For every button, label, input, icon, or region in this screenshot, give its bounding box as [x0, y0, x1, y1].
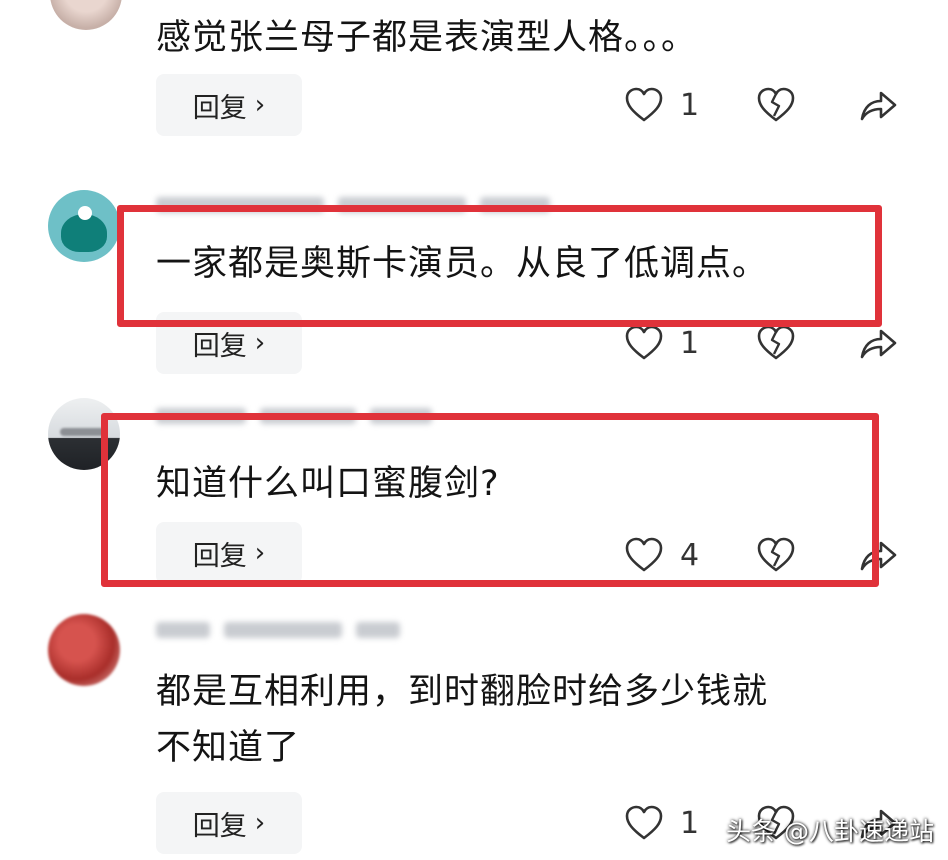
comment-text: 一家都是奥斯卡演员。从良了低调点。 [156, 244, 769, 284]
reply-button[interactable]: 回复 › [156, 312, 302, 374]
comment-meta-blurred [156, 622, 400, 638]
reply-label: 回复 [192, 330, 247, 362]
avatar[interactable] [50, 0, 122, 30]
chevron-right-icon: › [254, 90, 266, 120]
like-button[interactable]: 1 [624, 86, 699, 124]
comment-text: 知道什么叫口蜜腹剑? [156, 464, 500, 504]
comment-text-line-1: 都是互相利用，到时翻脸时给多少钱就 [156, 672, 769, 712]
chevron-right-icon: › [254, 328, 266, 358]
broken-heart-icon [756, 536, 796, 574]
reply-label: 回复 [192, 92, 247, 124]
reply-label: 回复 [192, 540, 247, 572]
share-button[interactable] [858, 536, 898, 574]
heart-icon [624, 804, 664, 842]
like-count: 1 [680, 805, 700, 841]
share-icon [858, 86, 898, 124]
comment-meta-blurred [156, 408, 432, 424]
avatar[interactable] [48, 398, 120, 470]
share-button[interactable] [858, 324, 898, 362]
share-button[interactable] [858, 86, 898, 124]
reply-label: 回复 [192, 810, 247, 842]
like-count: 1 [680, 87, 700, 123]
like-button[interactable]: 1 [624, 804, 699, 842]
dislike-button[interactable] [756, 536, 796, 574]
comment-text-line-2: 不知道了 [156, 728, 301, 768]
heart-icon [624, 324, 664, 362]
reply-button[interactable]: 回复 › [156, 522, 302, 584]
chevron-right-icon: › [254, 808, 266, 838]
avatar[interactable] [48, 190, 120, 262]
share-icon [858, 324, 898, 362]
watermark: 头条 @八卦速递站 [726, 817, 934, 846]
like-button[interactable]: 1 [624, 324, 699, 362]
avatar[interactable] [48, 614, 120, 686]
heart-icon [624, 86, 664, 124]
reply-button[interactable]: 回复 › [156, 74, 302, 136]
like-button[interactable]: 4 [624, 536, 699, 574]
broken-heart-icon [756, 324, 796, 362]
share-icon [858, 536, 898, 574]
dislike-button[interactable] [756, 324, 796, 362]
dislike-button[interactable] [756, 86, 796, 124]
comment-meta-blurred [156, 197, 550, 213]
like-count: 4 [680, 537, 700, 573]
reply-button[interactable]: 回复 › [156, 792, 302, 854]
chevron-right-icon: › [254, 538, 266, 568]
comment-text: 感觉张兰母子都是表演型人格。。。 [156, 18, 698, 58]
broken-heart-icon [756, 86, 796, 124]
heart-icon [624, 536, 664, 574]
like-count: 1 [680, 325, 700, 361]
